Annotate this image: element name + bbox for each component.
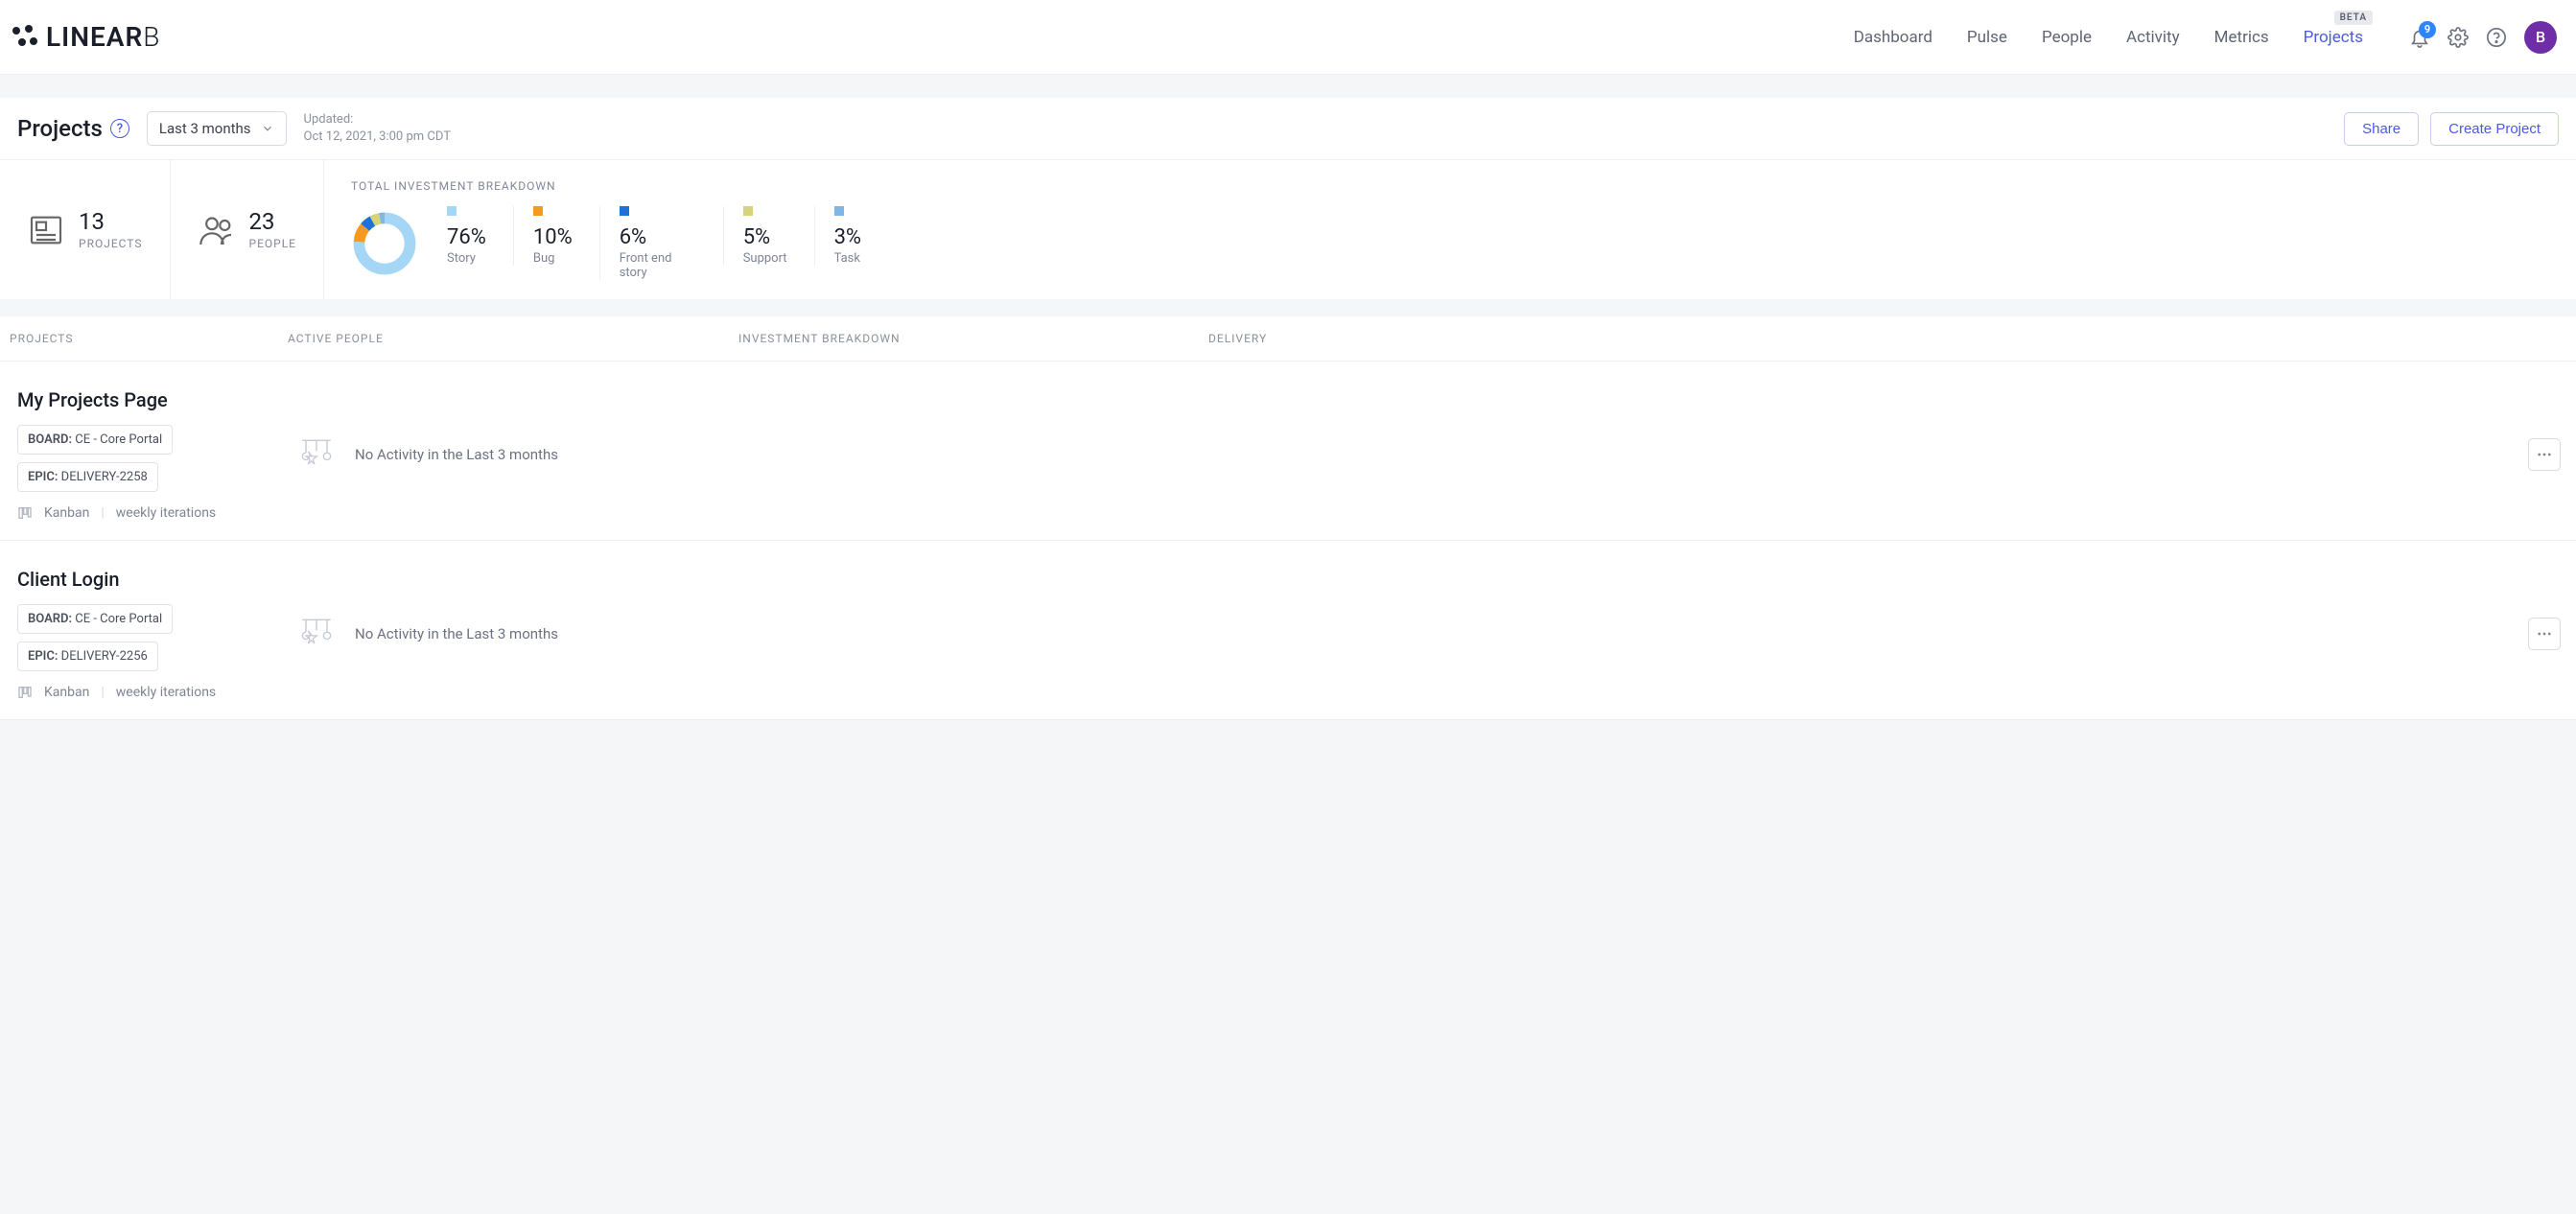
swatch-icon	[743, 206, 753, 216]
page-help-icon[interactable]: ?	[110, 119, 129, 138]
investment-donut-chart	[351, 210, 418, 277]
invest-item: 10% Bug	[513, 206, 599, 266]
avatar[interactable]: B	[2524, 21, 2557, 54]
nav-projects[interactable]: BETA Projects	[2304, 28, 2363, 47]
summary-strip: 13 PROJECTS 23 PEOPLE TOTAL INVESTMENT B…	[0, 159, 2576, 299]
projects-count: 13	[79, 210, 143, 233]
nav-people[interactable]: People	[2042, 28, 2092, 47]
more-icon	[2536, 625, 2553, 642]
invest-percent: 76%	[447, 225, 486, 249]
people-icon	[198, 211, 236, 249]
invest-category: Front end story	[620, 251, 696, 280]
project-list: My Projects Page BOARD: CE - Core Portal E…	[0, 362, 2576, 720]
nav-dashboard[interactable]: Dashboard	[1854, 28, 1932, 47]
date-range-select[interactable]: Last 3 months	[147, 111, 287, 146]
summary-people: 23 PEOPLE	[171, 160, 325, 299]
project-meta: Kanban|weekly iterations	[17, 685, 295, 700]
project-meta: Kanban|weekly iterations	[17, 505, 295, 521]
more-button[interactable]	[2528, 618, 2561, 650]
people-label: PEOPLE	[249, 237, 297, 250]
share-button[interactable]: Share	[2344, 112, 2419, 146]
epic-tag[interactable]: EPIC: DELIVERY-2256	[17, 642, 158, 671]
project-name: Client Login	[17, 568, 295, 591]
more-icon	[2536, 446, 2553, 463]
chevron-down-icon	[261, 122, 274, 135]
invest-item: 76% Story	[447, 206, 513, 266]
invest-item: 6%Front end story	[599, 206, 723, 280]
cadence-label: weekly iterations	[116, 685, 216, 700]
no-activity-icon	[295, 613, 338, 655]
projects-label: PROJECTS	[79, 237, 143, 250]
col-delivery: DELIVERY	[1208, 332, 2566, 345]
epic-tag[interactable]: EPIC: DELIVERY-2258	[17, 462, 158, 492]
col-projects: PROJECTS	[10, 332, 288, 345]
swatch-icon	[533, 206, 543, 216]
method-label: Kanban	[44, 505, 89, 521]
top-nav: LINEARB Dashboard Pulse People Activity …	[0, 0, 2576, 75]
project-name: My Projects Page	[17, 388, 295, 411]
create-project-button[interactable]: Create Project	[2430, 112, 2559, 146]
invest-percent: 5%	[743, 225, 787, 249]
logo[interactable]: LINEARB	[10, 21, 160, 53]
page-header: Projects ? Last 3 months Updated: Oct 12…	[0, 98, 2576, 159]
project-row[interactable]: My Projects Page BOARD: CE - Core Portal E…	[0, 362, 2576, 541]
board-tag[interactable]: BOARD: CE - Core Portal	[17, 425, 173, 455]
updated-text: Updated: Oct 12, 2021, 3:00 pm CDT	[304, 111, 451, 146]
no-activity-text: No Activity in the Last 3 months	[355, 446, 558, 463]
nav-pulse[interactable]: Pulse	[1967, 28, 2007, 47]
table-header-row: PROJECTS ACTIVE PEOPLE INVESTMENT BREAKD…	[0, 316, 2576, 362]
no-activity-text: No Activity in the Last 3 months	[355, 625, 558, 642]
invest-item: 5% Support	[723, 206, 814, 266]
swatch-icon	[447, 206, 457, 216]
swatch-icon	[834, 206, 844, 216]
page-title: Projects ?	[17, 115, 129, 142]
kanban-icon	[17, 685, 33, 700]
cadence-label: weekly iterations	[116, 505, 216, 521]
invest-item: 3% Task	[814, 206, 888, 266]
board-tag[interactable]: BOARD: CE - Core Portal	[17, 604, 173, 634]
invest-category: Bug	[533, 251, 573, 266]
invest-category: Story	[447, 251, 486, 266]
investment-title: TOTAL INVESTMENT BREAKDOWN	[351, 179, 2549, 193]
invest-category: Support	[743, 251, 787, 266]
beta-badge: BETA	[2334, 11, 2373, 25]
col-active-people: ACTIVE PEOPLE	[288, 332, 738, 345]
invest-percent: 10%	[533, 225, 573, 249]
projects-icon	[27, 211, 65, 249]
nav-activity[interactable]: Activity	[2126, 28, 2180, 47]
invest-percent: 3%	[834, 225, 861, 249]
no-activity-icon	[295, 433, 338, 476]
invest-percent: 6%	[620, 225, 696, 249]
help-icon[interactable]	[2486, 27, 2507, 48]
notifications-count: 9	[2419, 21, 2436, 38]
swatch-icon	[620, 206, 629, 216]
method-label: Kanban	[44, 685, 89, 700]
more-button[interactable]	[2528, 438, 2561, 471]
summary-projects: 13 PROJECTS	[0, 160, 171, 299]
project-row[interactable]: Client Login BOARD: CE - Core Portal EPIC:…	[0, 541, 2576, 720]
col-investment: INVESTMENT BREAKDOWN	[738, 332, 1208, 345]
investment-breakdown: TOTAL INVESTMENT BREAKDOWN 76% Story 10% Bu…	[324, 160, 2576, 299]
logo-text: LINEARB	[46, 21, 160, 53]
invest-category: Task	[834, 251, 861, 266]
nav-metrics[interactable]: Metrics	[2214, 28, 2269, 47]
settings-icon[interactable]	[2447, 27, 2469, 48]
people-count: 23	[249, 210, 297, 233]
notifications-icon[interactable]: 9	[2409, 27, 2430, 48]
nav-icons: 9 B	[2409, 21, 2557, 54]
kanban-icon	[17, 505, 33, 521]
nav-links: Dashboard Pulse People Activity Metrics …	[1854, 28, 2363, 47]
logo-icon	[10, 23, 38, 52]
